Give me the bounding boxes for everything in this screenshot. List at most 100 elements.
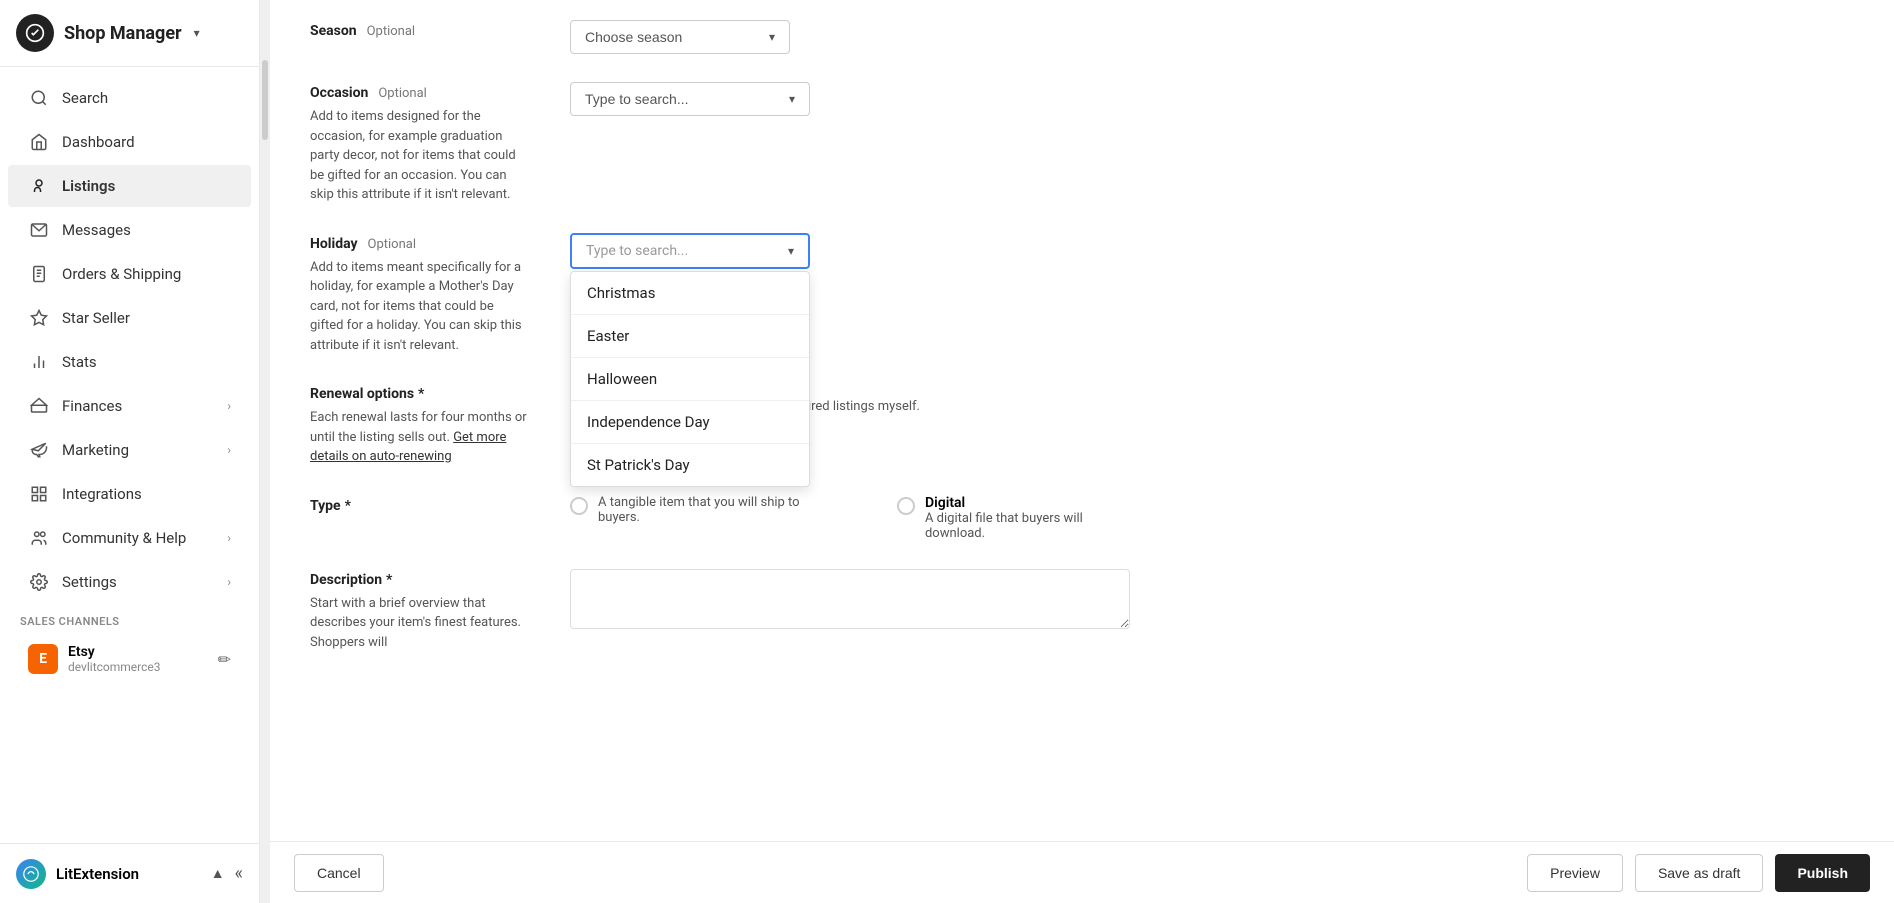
sidebar-item-star-seller[interactable]: Star Seller [8, 297, 251, 339]
sidebar-item-listings[interactable]: Listings [8, 165, 251, 207]
description-input[interactable] [570, 569, 1130, 629]
sidebar-item-search[interactable]: Search [8, 77, 251, 119]
sidebar-scrollbar [260, 0, 270, 903]
sidebar-item-integrations[interactable]: Integrations [8, 473, 251, 515]
litextension-logo [16, 859, 46, 889]
sidebar-item-community[interactable]: Community & Help › [8, 517, 251, 559]
etsy-channel: E Etsy devlitcommerce3 ✏ [8, 634, 251, 684]
type-physical-option: A tangible item that you will ship to bu… [570, 495, 827, 541]
occasion-dropdown[interactable]: Type to search... ▾ [570, 82, 810, 116]
holiday-option-easter[interactable]: Easter [571, 315, 809, 358]
holiday-desc: Add to items meant specifically for a ho… [310, 258, 530, 356]
occasion-field-row: Occasion Optional Add to items designed … [310, 82, 1130, 205]
type-digital-option: Digital A digital file that buyers will … [897, 495, 1130, 541]
shop-manager-arrow[interactable]: ▾ [194, 26, 200, 40]
save-draft-button[interactable]: Save as draft [1635, 854, 1764, 892]
holiday-optional: Optional [368, 237, 416, 252]
sidebar: Shop Manager ▾ Search Dashboard Li [0, 0, 260, 903]
sidebar-item-dashboard[interactable]: Dashboard [8, 121, 251, 163]
people-icon [28, 527, 50, 549]
sidebar-item-stats-label: Stats [62, 353, 97, 371]
renewal-desc: Each renewal lasts for four months or un… [310, 408, 530, 467]
type-digital-radio[interactable] [897, 497, 915, 515]
expand-arrow[interactable]: ▲ [211, 865, 225, 882]
type-digital-label: Digital [925, 495, 1130, 511]
sidebar-header: Shop Manager ▾ [0, 0, 259, 67]
renewal-required: * [418, 386, 424, 402]
sidebar-item-marketing-label: Marketing [62, 441, 129, 459]
type-required: * [345, 498, 351, 514]
description-desc: Start with a brief overview that describ… [310, 594, 530, 653]
form-content: Season Optional Choose season ▾ Occasion [270, 0, 1894, 841]
holiday-dropdown-container: Type to search... ▾ Christmas Easter Hal… [570, 233, 810, 269]
sidebar-item-integrations-label: Integrations [62, 485, 142, 503]
holiday-option-halloween[interactable]: Halloween [571, 358, 809, 401]
sidebar-item-marketing[interactable]: Marketing › [8, 429, 251, 471]
holiday-option-st-patricks-day[interactable]: St Patrick's Day [571, 444, 809, 486]
preview-button[interactable]: Preview [1527, 854, 1623, 892]
collapse-sidebar-button[interactable]: « [235, 863, 243, 884]
sidebar-item-dashboard-label: Dashboard [62, 133, 135, 151]
season-field-row: Season Optional Choose season ▾ [310, 20, 1130, 54]
description-label: Description [310, 572, 382, 588]
holiday-dropdown-text: Type to search... [586, 243, 688, 259]
bottom-bar: LitExtension ▲ « [0, 843, 259, 903]
bar-chart-icon [28, 351, 50, 373]
listings-icon [28, 175, 50, 197]
holiday-label: Holiday [310, 236, 358, 252]
message-icon [28, 219, 50, 241]
holiday-field-row: Holiday Optional Add to items meant spec… [310, 233, 1130, 356]
publish-button[interactable]: Publish [1775, 854, 1870, 892]
etsy-channel-sub: devlitcommerce3 [68, 660, 208, 674]
etsy-badge: E [28, 644, 58, 674]
holiday-dropdown[interactable]: Type to search... ▾ [570, 233, 810, 269]
finances-chevron: › [227, 399, 231, 413]
sidebar-item-orders-label: Orders & Shipping [62, 265, 181, 283]
sidebar-item-stats[interactable]: Stats [8, 341, 251, 383]
sidebar-item-finances[interactable]: Finances › [8, 385, 251, 427]
sidebar-item-messages[interactable]: Messages [8, 209, 251, 251]
shop-manager-logo [16, 14, 54, 52]
marketing-chevron: › [227, 443, 231, 457]
home-icon [28, 131, 50, 153]
sidebar-item-search-label: Search [62, 89, 108, 107]
season-optional: Optional [367, 24, 415, 39]
action-bar: Cancel Preview Save as draft Publish [270, 841, 1894, 903]
search-icon [28, 87, 50, 109]
type-field-row: Type * A tangible item that you will shi… [310, 495, 1130, 541]
sidebar-item-messages-label: Messages [62, 221, 131, 239]
type-physical-sub: A tangible item that you will ship to bu… [598, 495, 827, 525]
description-field-row: Description * Start with a brief overvie… [310, 569, 1130, 653]
etsy-channel-name: Etsy [68, 644, 208, 660]
holiday-option-christmas[interactable]: Christmas [571, 272, 809, 315]
gear-icon [28, 571, 50, 593]
grid-icon [28, 483, 50, 505]
type-physical-radio[interactable] [570, 497, 588, 515]
description-required: * [386, 572, 392, 588]
cancel-button[interactable]: Cancel [294, 854, 384, 892]
occasion-label: Occasion [310, 85, 368, 101]
sidebar-item-star-seller-label: Star Seller [62, 309, 130, 327]
sidebar-item-settings[interactable]: Settings › [8, 561, 251, 603]
sidebar-item-community-label: Community & Help [62, 529, 186, 547]
holiday-dropdown-arrow: ▾ [788, 244, 794, 258]
sales-channels-label: SALES CHANNELS [0, 605, 259, 632]
season-label: Season [310, 23, 357, 39]
etsy-edit-button[interactable]: ✏ [218, 650, 231, 669]
occasion-dropdown-text: Type to search... [585, 91, 689, 107]
sidebar-item-orders[interactable]: Orders & Shipping [8, 253, 251, 295]
community-chevron: › [227, 531, 231, 545]
occasion-optional: Optional [378, 86, 426, 101]
sidebar-nav: Search Dashboard Listings Messages [0, 67, 259, 843]
star-icon [28, 307, 50, 329]
sidebar-item-finances-label: Finances [62, 397, 122, 415]
holiday-option-independence-day[interactable]: Independence Day [571, 401, 809, 444]
shop-manager-title: Shop Manager [64, 23, 182, 44]
renewal-label: Renewal options [310, 386, 414, 402]
litextension-brand: LitExtension [56, 865, 201, 883]
clipboard-icon [28, 263, 50, 285]
type-digital-sub: A digital file that buyers will download… [925, 511, 1130, 541]
sidebar-item-settings-label: Settings [62, 573, 117, 591]
holiday-dropdown-menu: Christmas Easter Halloween Independence … [570, 271, 810, 487]
season-dropdown[interactable]: Choose season ▾ [570, 20, 790, 54]
